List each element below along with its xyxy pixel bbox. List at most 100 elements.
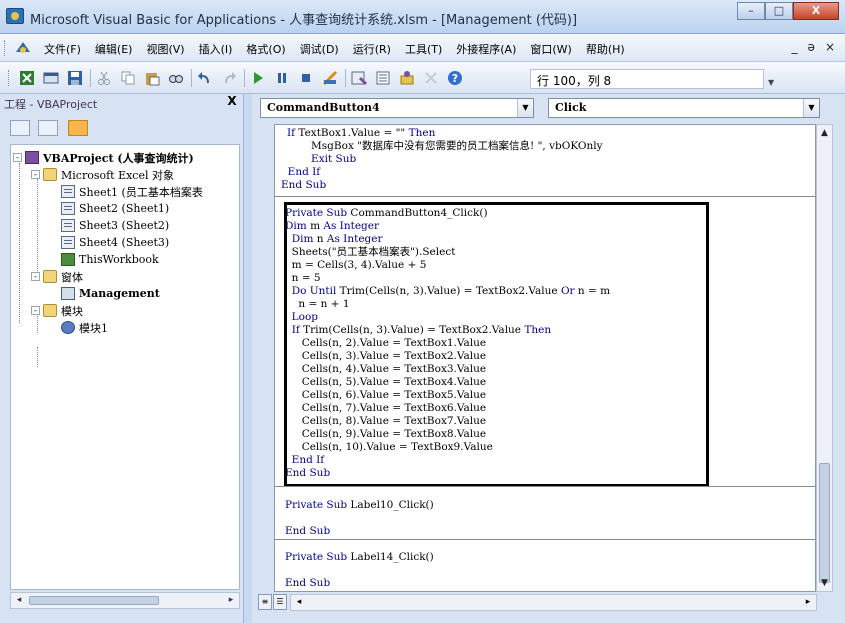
tree-node-module1[interactable]: 模块1	[61, 319, 108, 336]
vba-app-icon[interactable]	[6, 8, 24, 24]
menu-addins[interactable]: 外接程序(A)	[456, 41, 516, 57]
tree-label: Sheet4 (Sheet3)	[79, 236, 170, 249]
menu-tools[interactable]: 工具(T)	[405, 41, 442, 57]
chevron-down-icon[interactable]: ▼	[517, 99, 533, 117]
procedure-separator	[275, 486, 815, 487]
mdi-close-button[interactable]: ×	[825, 40, 835, 54]
tree-label: 窗体	[61, 270, 83, 284]
project-explorer-icon[interactable]	[350, 69, 368, 87]
menu-run[interactable]: 运行(R)	[353, 41, 391, 57]
undo-icon[interactable]	[196, 69, 214, 87]
scroll-thumb[interactable]	[819, 463, 830, 583]
reset-icon[interactable]	[297, 69, 315, 87]
scroll-left-icon[interactable]: ◂	[12, 594, 26, 607]
toolbar-separator	[345, 69, 346, 87]
view-code-icon[interactable]	[10, 120, 30, 136]
tree-label: 模块	[61, 304, 83, 318]
folder-icon	[43, 304, 57, 317]
code-hscrollbar[interactable]: ◂ ▸	[290, 594, 817, 611]
scroll-down-icon[interactable]: ▼	[818, 576, 831, 590]
scroll-left-icon[interactable]: ◂	[292, 596, 306, 609]
cut-icon[interactable]	[95, 69, 113, 87]
collapse-icon[interactable]: -	[31, 170, 40, 179]
tree-node-sheet2[interactable]: Sheet2 (Sheet1)	[61, 200, 169, 217]
code-vscrollbar[interactable]: ▲ ▼	[816, 124, 833, 592]
menu-debug[interactable]: 调试(D)	[300, 41, 339, 57]
tree-node-forms[interactable]: - 窗体	[31, 268, 83, 285]
tree-node-thisworkbook[interactable]: ThisWorkbook	[61, 251, 159, 268]
procedure-view-icon[interactable]: ≡	[258, 594, 272, 610]
properties-window-icon[interactable]	[374, 69, 392, 87]
save-icon[interactable]	[66, 69, 84, 87]
object-browser-icon[interactable]	[398, 69, 416, 87]
minimize-button[interactable]: –	[737, 2, 765, 20]
menu-help[interactable]: 帮助(H)	[586, 41, 625, 57]
scroll-right-icon[interactable]: ▸	[801, 596, 815, 609]
toggle-folders-icon[interactable]	[68, 120, 88, 136]
menu-edit[interactable]: 编辑(E)	[95, 41, 133, 57]
menu-bar: 文件(F) 编辑(E) 视图(V) 插入(I) 格式(O) 调试(D) 运行(R…	[0, 34, 845, 62]
tree-node-sheet1[interactable]: Sheet1 (员工基本档案表	[61, 183, 203, 200]
view-excel-icon[interactable]	[18, 69, 36, 87]
tree-node-sheet3[interactable]: Sheet3 (Sheet2)	[61, 217, 169, 234]
worksheet-icon	[61, 219, 75, 232]
design-mode-icon[interactable]	[321, 69, 339, 87]
collapse-icon[interactable]: -	[31, 272, 40, 281]
copy-icon[interactable]	[119, 69, 137, 87]
procedure-dropdown[interactable]: Click ▼	[548, 98, 820, 118]
redo-icon[interactable]	[220, 69, 238, 87]
collapse-icon[interactable]: -	[13, 153, 22, 162]
scroll-right-icon[interactable]: ▸	[224, 594, 238, 607]
toolbox-icon[interactable]	[422, 69, 440, 87]
menu-file[interactable]: 文件(F)	[44, 41, 81, 57]
code-editor[interactable]: If TextBox1.Value = "" Then MsgBox "数据库中…	[274, 124, 816, 592]
project-pane-close-button[interactable]: X	[225, 95, 239, 109]
toolbar-options-icon[interactable]: ▼	[768, 78, 774, 87]
mdi-restore-button[interactable]: ǝ	[808, 40, 815, 54]
chevron-down-icon[interactable]: ▼	[803, 99, 819, 117]
toolbar-icons: ?	[18, 69, 470, 87]
object-dropdown[interactable]: CommandButton4 ▼	[260, 98, 534, 118]
view-object-icon[interactable]	[38, 120, 58, 136]
paste-icon[interactable]	[143, 69, 161, 87]
menu-view[interactable]: 视图(V)	[146, 41, 184, 57]
menu-insert[interactable]: 插入(I)	[199, 41, 233, 57]
collapse-icon[interactable]: -	[31, 306, 40, 315]
window-controls: – □ X	[737, 2, 839, 20]
menu-window[interactable]: 窗口(W)	[530, 41, 571, 57]
code-line: End Sub	[281, 179, 327, 191]
tree-node-modules[interactable]: - 模块	[31, 302, 83, 319]
tree-node-management[interactable]: Management	[61, 285, 160, 302]
highlight-frame	[284, 202, 709, 487]
scroll-up-icon[interactable]: ▲	[818, 126, 831, 140]
scroll-thumb[interactable]	[29, 596, 159, 605]
worksheet-icon	[61, 202, 75, 215]
vba-project-icon[interactable]	[14, 40, 32, 56]
menu-format[interactable]: 格式(O)	[246, 41, 285, 57]
tree-node-excel-objects[interactable]: - Microsoft Excel 对象	[31, 166, 174, 183]
run-icon[interactable]	[249, 69, 267, 87]
insert-userform-icon[interactable]	[42, 69, 60, 87]
code-line: MsgBox "数据库中没有您需要的员工档案信息! ", vbOKOnly	[281, 140, 603, 152]
window-title: Microsoft Visual Basic for Applications …	[30, 13, 578, 28]
procedure-dropdown-value: Click	[555, 101, 587, 114]
code-window: CommandButton4 ▼ Click ▼ If TextBox1.Val…	[252, 94, 845, 623]
tree-label: Sheet2 (Sheet1)	[79, 202, 170, 215]
project-pane-toolbar	[8, 116, 240, 142]
find-icon[interactable]	[167, 69, 185, 87]
toolbar-grip[interactable]	[8, 70, 11, 86]
full-module-view-icon[interactable]: ☰	[273, 594, 287, 610]
project-tree-hscrollbar[interactable]: ◂ ▸	[10, 592, 240, 609]
mdi-minimize-button[interactable]: _	[792, 40, 798, 54]
menu-grip[interactable]	[4, 40, 7, 56]
close-button[interactable]: X	[793, 2, 839, 20]
cursor-position: 行 100，列 8	[530, 69, 764, 89]
project-tree[interactable]: - VBAProject (人事查询统计) - Microsoft Excel …	[10, 144, 240, 590]
standard-toolbar: ? 行 100，列 8 ▼	[0, 62, 845, 94]
help-icon[interactable]: ?	[446, 69, 464, 87]
tree-node-sheet4[interactable]: Sheet4 (Sheet3)	[61, 234, 169, 251]
break-icon[interactable]	[273, 69, 291, 87]
toolbar-separator	[191, 69, 192, 87]
tree-node-project[interactable]: - VBAProject (人事查询统计)	[13, 149, 194, 166]
maximize-button[interactable]: □	[765, 2, 793, 20]
